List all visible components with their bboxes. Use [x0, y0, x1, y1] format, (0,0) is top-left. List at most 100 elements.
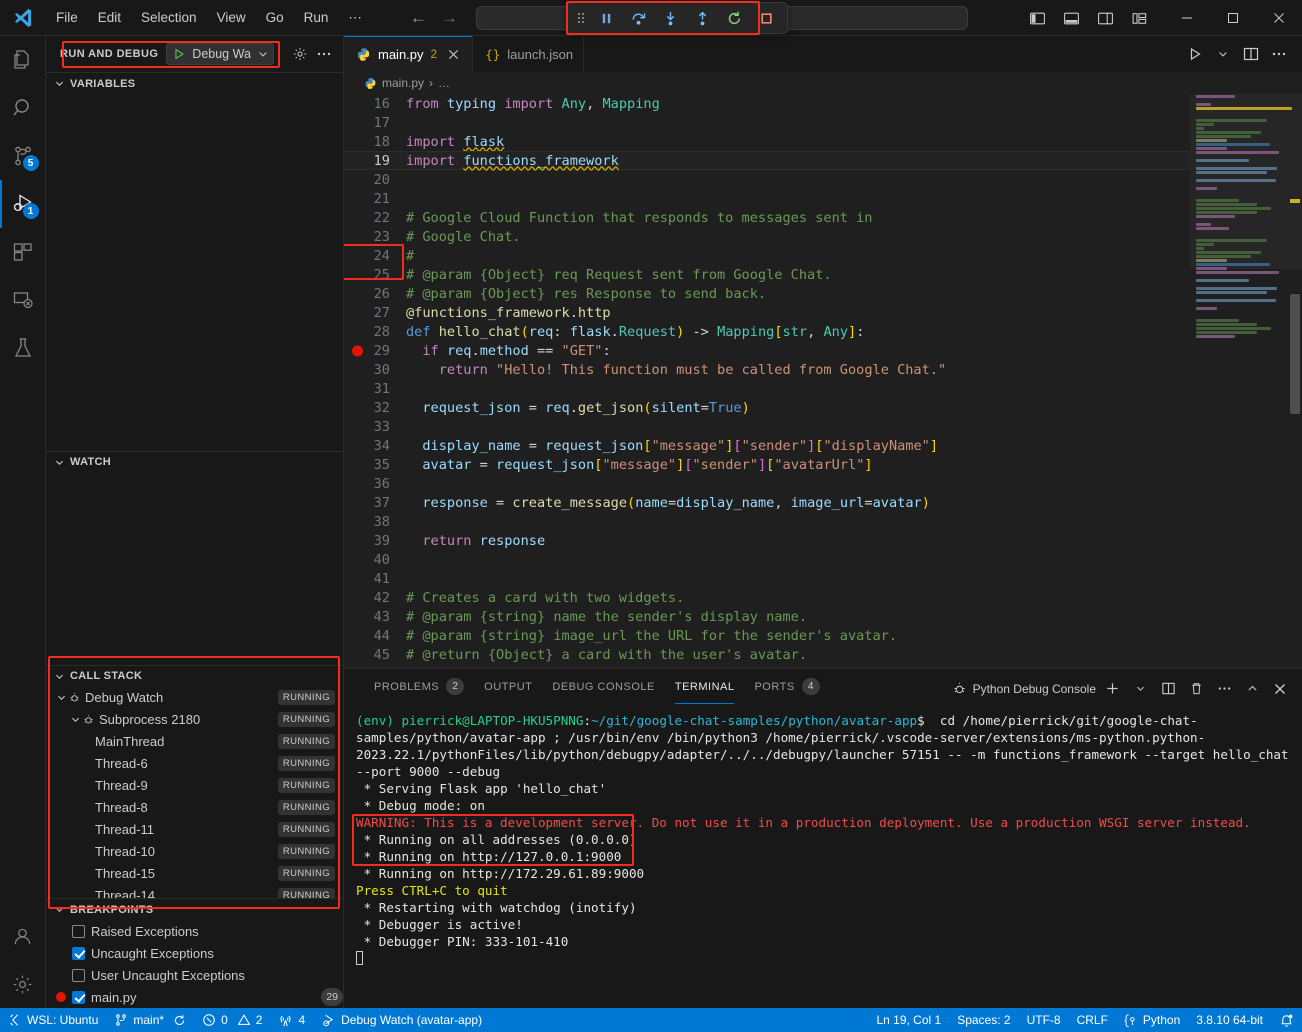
- launch-configuration-selector[interactable]: Debug Wa: [166, 43, 274, 65]
- line-number-gutter[interactable]: 39: [344, 533, 406, 549]
- code-text[interactable]: [406, 381, 414, 397]
- code-text[interactable]: [406, 552, 414, 568]
- code-line[interactable]: 23# Google Chat.: [344, 227, 1190, 246]
- line-number-gutter[interactable]: 37: [344, 495, 406, 511]
- code-line[interactable]: 17: [344, 113, 1190, 132]
- call-stack-row[interactable]: Thread-10RUNNING: [46, 841, 343, 863]
- code-text[interactable]: [406, 476, 414, 492]
- status-notifications[interactable]: [1271, 1008, 1302, 1032]
- status-indentation[interactable]: Spaces: 2: [949, 1008, 1018, 1032]
- line-number-gutter[interactable]: 17: [344, 115, 406, 131]
- code-text[interactable]: # Google Chat.: [406, 229, 521, 245]
- panel-tab-debug-console[interactable]: DEBUG CONSOLE: [542, 669, 664, 704]
- line-number-gutter[interactable]: 44: [344, 628, 406, 644]
- layout-sidebar-right-icon[interactable]: [1090, 4, 1120, 32]
- code-line[interactable]: 40: [344, 550, 1190, 569]
- status-problems[interactable]: 0 2: [194, 1008, 270, 1032]
- panel-tab-problems[interactable]: PROBLEMS2: [364, 669, 474, 704]
- code-line[interactable]: 37 response = create_message(name=displa…: [344, 493, 1190, 512]
- close-panel-close-icon[interactable]: [1268, 677, 1292, 701]
- status-branch[interactable]: main*: [106, 1008, 194, 1032]
- menu-edit[interactable]: Edit: [88, 6, 131, 29]
- layout-panel-icon[interactable]: [1056, 4, 1086, 32]
- breadcrumb[interactable]: main.py › …: [344, 72, 1302, 94]
- step-into-icon[interactable]: [655, 5, 685, 31]
- scrollbar-thumb[interactable]: [1290, 294, 1300, 414]
- code-text[interactable]: [406, 514, 414, 530]
- new-terminal-plus-icon[interactable]: [1100, 677, 1124, 701]
- activitybar-search[interactable]: [0, 84, 46, 132]
- code-line[interactable]: 30 return "Hello! This function must be …: [344, 360, 1190, 379]
- menu-file[interactable]: File: [46, 6, 88, 29]
- breakpoint-row[interactable]: Raised Exceptions: [46, 920, 343, 942]
- call-stack-row[interactable]: MainThreadRUNNING: [46, 731, 343, 753]
- line-number-gutter[interactable]: 41: [344, 571, 406, 587]
- line-number-gutter[interactable]: 36: [344, 476, 406, 492]
- status-cursor-position[interactable]: Ln 19, Col 1: [868, 1008, 949, 1032]
- code-line[interactable]: 34 display_name = request_json["message"…: [344, 436, 1190, 455]
- line-number-gutter[interactable]: 33: [344, 419, 406, 435]
- line-number-gutter[interactable]: 38: [344, 514, 406, 530]
- line-number-gutter[interactable]: 20: [344, 172, 406, 188]
- code-line[interactable]: 25# @param {Object} req Request sent fro…: [344, 265, 1190, 284]
- status-language-mode[interactable]: Python: [1116, 1008, 1188, 1032]
- code-line[interactable]: 44# @param {string} image_url the URL fo…: [344, 626, 1190, 645]
- status-debug-session[interactable]: Debug Watch (avatar-app): [313, 1008, 490, 1032]
- code-line[interactable]: 29 if req.method == "GET":: [344, 341, 1190, 360]
- code-line[interactable]: 18import flask: [344, 132, 1190, 151]
- code-line[interactable]: 24#: [344, 246, 1190, 265]
- code-line[interactable]: 36: [344, 474, 1190, 493]
- line-number-gutter[interactable]: 22: [344, 210, 406, 226]
- code-text[interactable]: if req.method == "GET":: [406, 343, 611, 359]
- activitybar-run-debug[interactable]: 1: [0, 180, 46, 228]
- activitybar-remote-explorer[interactable]: [0, 276, 46, 324]
- code-line[interactable]: 33: [344, 417, 1190, 436]
- panel-more-actions-icon[interactable]: [1212, 677, 1236, 701]
- close-window-button[interactable]: [1256, 0, 1302, 36]
- editor-vertical-scrollbar[interactable]: [1288, 94, 1302, 668]
- code-line[interactable]: 45# @return {Object} a card with the use…: [344, 645, 1190, 664]
- terminal-instance-name[interactable]: Python Debug Console: [952, 681, 1096, 696]
- line-number-gutter[interactable]: 26: [344, 286, 406, 302]
- code-text[interactable]: # Creates a card with two widgets.: [406, 590, 684, 606]
- menu-view[interactable]: View: [207, 6, 256, 29]
- editor-more-actions-icon[interactable]: [1266, 41, 1292, 67]
- breakpoint-checkbox[interactable]: [72, 947, 85, 960]
- grip-dots-icon[interactable]: [573, 10, 589, 26]
- code-lines[interactable]: 16from typing import Any, Mapping17 18im…: [344, 94, 1190, 668]
- code-line[interactable]: 41: [344, 569, 1190, 588]
- line-number-gutter[interactable]: 16: [344, 96, 406, 112]
- breakpoint-checkbox[interactable]: [72, 969, 85, 982]
- code-text[interactable]: [406, 191, 414, 207]
- call-stack-row[interactable]: Thread-15RUNNING: [46, 863, 343, 885]
- line-number-gutter[interactable]: 25: [344, 267, 406, 283]
- code-line[interactable]: 26# @param {Object} res Response to send…: [344, 284, 1190, 303]
- panel-tab-terminal[interactable]: TERMINAL: [665, 669, 745, 704]
- code-editor[interactable]: 16from typing import Any, Mapping17 18im…: [344, 94, 1302, 668]
- panel-tab-output[interactable]: OUTPUT: [474, 669, 542, 704]
- split-terminal-icon[interactable]: [1156, 677, 1180, 701]
- stop-icon[interactable]: [751, 5, 781, 31]
- status-eol[interactable]: CRLF: [1069, 1008, 1116, 1032]
- code-line[interactable]: 38: [344, 512, 1190, 531]
- status-remote[interactable]: WSL: Ubuntu: [0, 1008, 106, 1032]
- run-options-chevron-down-icon[interactable]: [1210, 41, 1236, 67]
- code-line[interactable]: 43# @param {string} name the sender's di…: [344, 607, 1190, 626]
- breakpoint-row[interactable]: Uncaught Exceptions: [46, 942, 343, 964]
- call-stack-row[interactable]: Subprocess 2180RUNNING: [46, 709, 343, 731]
- call-stack-row[interactable]: Debug WatchRUNNING: [46, 687, 343, 709]
- code-line[interactable]: 35 avatar = request_json["message"]["sen…: [344, 455, 1190, 474]
- activitybar-accounts[interactable]: [0, 912, 46, 960]
- code-line[interactable]: 31: [344, 379, 1190, 398]
- activitybar-extensions[interactable]: [0, 228, 46, 276]
- open-launch-json-gear-icon[interactable]: [289, 43, 311, 65]
- status-interpreter[interactable]: 3.8.10 64-bit: [1188, 1008, 1271, 1032]
- chevron-down-icon[interactable]: [68, 714, 82, 725]
- line-number-gutter[interactable]: 23: [344, 229, 406, 245]
- code-line[interactable]: 39 return response: [344, 531, 1190, 550]
- code-line[interactable]: 20: [344, 170, 1190, 189]
- line-number-gutter[interactable]: 34: [344, 438, 406, 454]
- code-text[interactable]: # @param {string} image_url the URL for …: [406, 628, 897, 644]
- code-text[interactable]: [406, 571, 414, 587]
- code-line[interactable]: 22# Google Cloud Function that responds …: [344, 208, 1190, 227]
